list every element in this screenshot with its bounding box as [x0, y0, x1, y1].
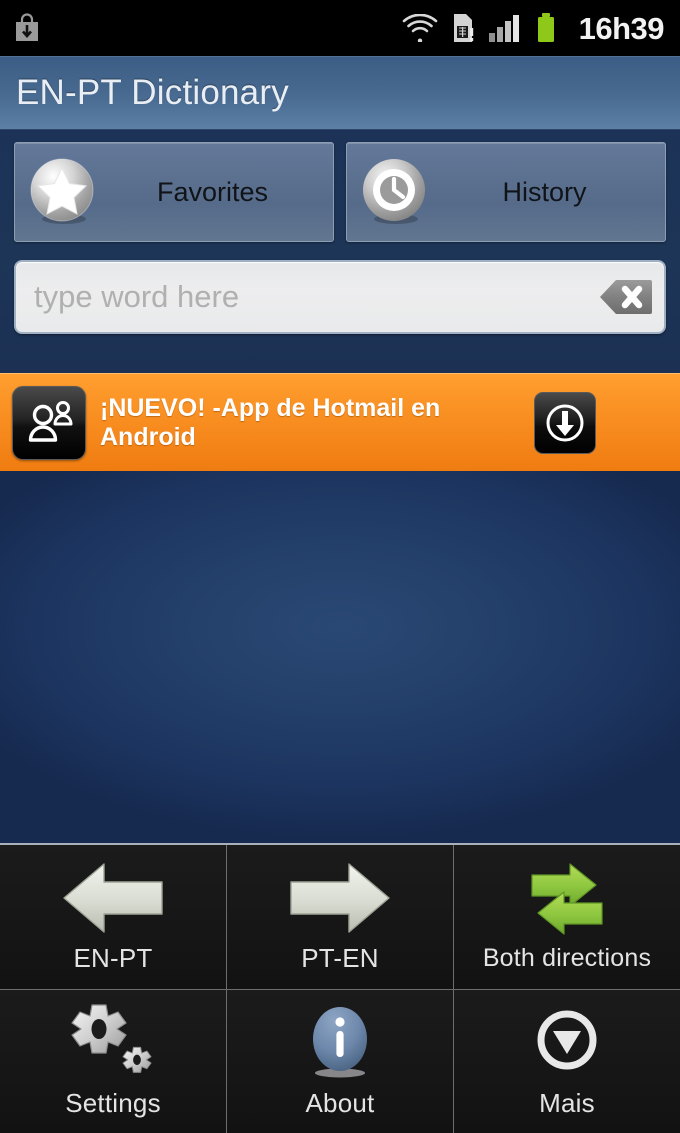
status-bar-clock: 16h39: [578, 10, 665, 46]
nav-item-both-directions[interactable]: Both directions: [453, 845, 680, 989]
search-input[interactable]: [34, 279, 598, 315]
top-panel: Favorites History type word here: [0, 130, 680, 373]
both-directions-arrows-icon: [512, 856, 622, 942]
gears-icon: [63, 1000, 163, 1086]
ad-banner-text: ¡NUEVO! -App de Hotmail en Android: [100, 393, 441, 451]
wifi-icon: [402, 14, 438, 42]
nav-item-both-directions-label: Both directions: [482, 944, 652, 973]
history-button-label: History: [502, 176, 587, 207]
nav-item-about-label: About: [305, 1087, 375, 1118]
battery-full-icon: [535, 13, 557, 43]
contacts-people-icon: [12, 385, 86, 460]
favorites-button[interactable]: Favorites: [14, 142, 334, 242]
status-bar: 16h39: [0, 0, 680, 56]
page-title: EN-PT Dictionary: [16, 72, 289, 112]
chevron-down-circle-icon: [522, 1000, 612, 1086]
cellular-signal-icon: [488, 13, 522, 43]
nav-row-directions: EN-PT PT-EN Both directions: [0, 845, 680, 989]
info-icon: [295, 1000, 385, 1086]
results-area: [0, 471, 680, 843]
nav-item-settings-label: Settings: [65, 1087, 161, 1118]
nav-item-settings[interactable]: Settings: [0, 989, 226, 1133]
clock-icon: [358, 155, 432, 229]
arrow-left-icon: [58, 855, 168, 941]
app-title-bar: EN-PT Dictionary: [0, 56, 680, 130]
nav-item-about[interactable]: About: [226, 989, 453, 1133]
download-arrow-icon[interactable]: [534, 391, 596, 454]
arrow-right-icon: [285, 855, 395, 941]
favorites-button-label: Favorites: [156, 176, 269, 207]
status-bar-system-icons: 16h39: [402, 10, 665, 46]
ad-banner[interactable]: ¡NUEVO! -App de Hotmail en Android: [0, 373, 680, 471]
nav-item-en-pt-label: EN-PT: [73, 943, 153, 974]
nav-item-mais-label: Mais: [539, 1087, 595, 1118]
bottom-navigation: EN-PT PT-EN Both directions Settings Abo…: [0, 843, 680, 1133]
phone-screen: 16h39 EN-PT Dictionary Favorites History…: [0, 0, 680, 1133]
star-icon: [26, 155, 100, 229]
nav-row-options: Settings About Mais: [0, 988, 680, 1133]
nav-item-pt-en[interactable]: PT-EN: [226, 845, 453, 989]
history-button[interactable]: History: [346, 142, 666, 242]
nav-item-en-pt[interactable]: EN-PT: [0, 845, 226, 989]
status-bar-notifications: [14, 13, 40, 43]
backspace-clear-icon[interactable]: [598, 276, 654, 318]
sim-card-alert-icon: [451, 13, 475, 43]
search-field-container[interactable]: [14, 260, 666, 334]
nav-item-mais[interactable]: Mais: [453, 989, 680, 1133]
quick-access-buttons: Favorites History: [14, 142, 666, 242]
nav-item-pt-en-label: PT-EN: [301, 943, 379, 974]
play-store-download-icon: [14, 13, 40, 43]
